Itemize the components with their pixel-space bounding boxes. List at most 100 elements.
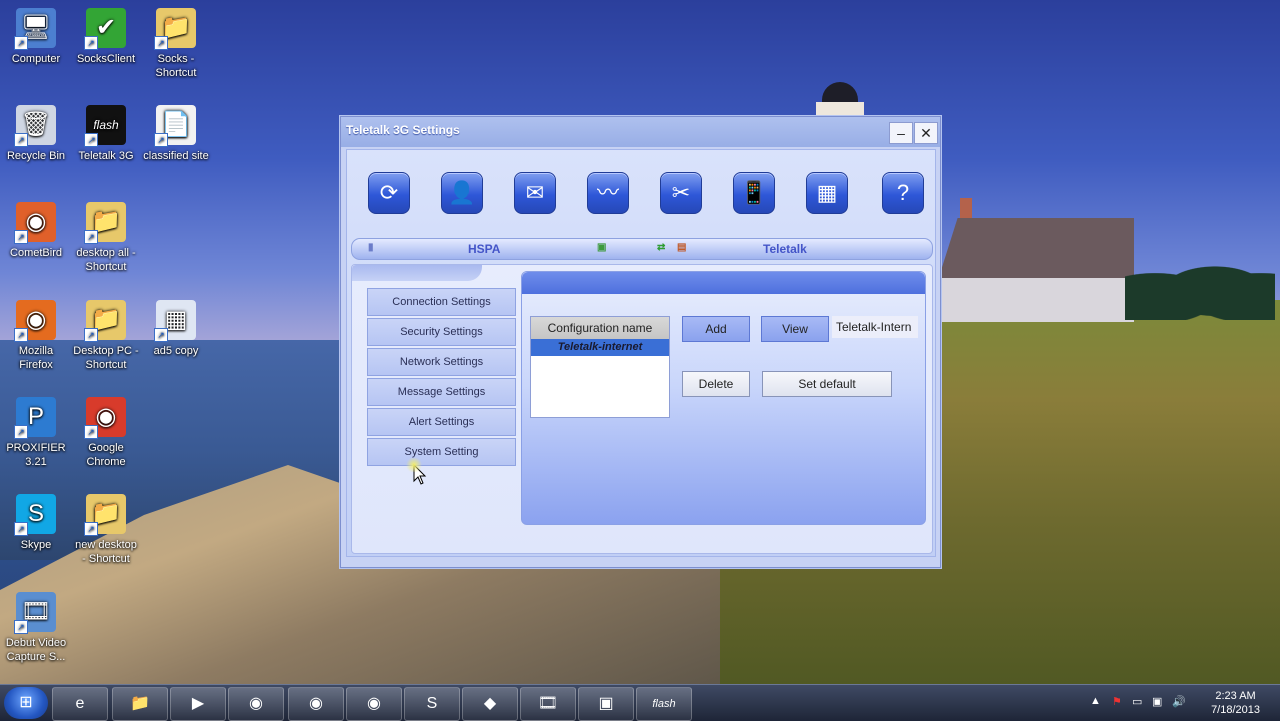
- signal-strength-icon: ▮: [368, 242, 374, 253]
- desktop-icon[interactable]: 📁 ↗ Desktop PC - Shortcut: [70, 300, 142, 372]
- taskbar-item[interactable]: ◉: [346, 687, 402, 721]
- menu-item-connection-settings[interactable]: Connection Settings: [367, 288, 516, 316]
- desktop-icon[interactable]: ▦ ↗ ad5 copy: [140, 300, 212, 358]
- message-icon[interactable]: ✉: [514, 172, 556, 214]
- desktop-icon[interactable]: P ↗ PROXIFIER 3.21: [0, 397, 72, 469]
- taskbar-item[interactable]: ◆: [462, 687, 518, 721]
- close-button[interactable]: ✕: [914, 122, 938, 144]
- configuration-list-item[interactable]: Teletalk-internet: [531, 339, 669, 356]
- configuration-list-header: Configuration name: [531, 317, 669, 339]
- status-bar: ▮ HSPA ▣ ⇄ ▤ Teletalk: [351, 238, 933, 260]
- desktop-icon[interactable]: 🗑 ↗ Recycle Bin: [0, 105, 72, 163]
- volume-icon[interactable]: 🔊: [1172, 695, 1186, 708]
- shortcut-arrow-icon: ↗: [84, 230, 98, 244]
- taskbar-item[interactable]: 📁: [112, 687, 168, 721]
- desktop-icon[interactable]: 🖥 ↗ Computer: [0, 8, 72, 66]
- desktop-icon-label: SocksClient: [76, 53, 136, 65]
- desktop-icon[interactable]: 📁 ↗ Socks - Shortcut: [140, 8, 212, 80]
- desktop-icon[interactable]: 📁 ↗ new desktop - Shortcut: [70, 494, 142, 566]
- shortcut-arrow-icon: ↗: [14, 328, 28, 342]
- desktop-icon[interactable]: 📁 ↗ desktop all - Shortcut: [70, 202, 142, 274]
- delete-button[interactable]: Delete: [682, 371, 750, 397]
- window-client-area: ⟳ 👤 ✉ 〰 ✂ 📱 ▦? ▮ HSPA ▣ ⇄ ▤ Teletalk Connectio…: [346, 149, 936, 557]
- start-button[interactable]: ⊞: [4, 687, 48, 719]
- taskbar-item[interactable]: S: [404, 687, 460, 721]
- menu-item-message-settings[interactable]: Message Settings: [367, 378, 516, 406]
- desktop-icon-label: classified site: [143, 150, 209, 162]
- desktop-icon-label: Socks - Shortcut: [155, 53, 197, 79]
- desktop-icon[interactable]: S ↗ Skype: [0, 494, 72, 552]
- action-center-icon[interactable]: ⚑: [1112, 695, 1122, 708]
- clock[interactable]: 2:23 AM 7/18/2013: [1211, 689, 1260, 717]
- desktop-icon[interactable]: 🎞 ↗ Debut Video Capture S...: [0, 592, 72, 664]
- taskbar-item[interactable]: ◉: [228, 687, 284, 721]
- desktop-icon-image: ◉ ↗: [84, 397, 126, 439]
- clock-date: 7/18/2013: [1211, 704, 1260, 716]
- shortcut-arrow-icon: ↗: [154, 36, 168, 50]
- window-titlebar[interactable]: Teletalk 3G Settings – ✕: [341, 117, 940, 147]
- phone-icon[interactable]: 📱: [733, 172, 775, 214]
- shortcut-arrow-icon: ↗: [84, 133, 98, 147]
- minimize-button[interactable]: –: [889, 122, 913, 144]
- view-button[interactable]: View: [761, 316, 829, 342]
- network-status-icon: ▣: [597, 242, 607, 253]
- shortcut-arrow-icon: ↗: [14, 425, 28, 439]
- desktop-icon-image: 📁 ↗: [84, 494, 126, 536]
- connection-icon: ⇄: [657, 242, 666, 253]
- menu-item-network-settings[interactable]: Network Settings: [367, 348, 516, 376]
- desktop-icon[interactable]: ✔ ↗ SocksClient: [70, 8, 142, 66]
- help-icon[interactable]: ?: [882, 172, 924, 214]
- show-hidden-icons-icon[interactable]: ▲: [1090, 695, 1101, 707]
- desktop-icon[interactable]: ◉ ↗ CometBird: [0, 202, 72, 260]
- desktop-icon[interactable]: flash ↗ Teletalk 3G: [70, 105, 142, 163]
- configuration-list[interactable]: Configuration name Teletalk-internet: [530, 316, 670, 418]
- desktop-icon[interactable]: ◉ ↗ Mozilla Firefox: [0, 300, 72, 372]
- menu-item-security-settings[interactable]: Security Settings: [367, 318, 516, 346]
- desktop-icon-image: ▦ ↗: [154, 300, 196, 342]
- operator-name: Teletalk: [763, 242, 807, 256]
- contacts-icon[interactable]: 👤: [441, 172, 483, 214]
- desktop-icon-label: Google Chrome: [86, 442, 126, 468]
- shortcut-arrow-icon: ↗: [154, 133, 168, 147]
- sim-card-icon[interactable]: ▦: [806, 172, 848, 214]
- taskbar-item[interactable]: ▶: [170, 687, 226, 721]
- connection-settings-content: Configuration name Teletalk-internet Add…: [521, 271, 926, 525]
- desktop-icon-image: 🗑 ↗: [14, 105, 56, 147]
- network-type: HSPA: [468, 242, 501, 256]
- desktop-icon[interactable]: 📄 ↗ classified site: [140, 105, 212, 163]
- desktop-icon-image: ◉ ↗: [14, 202, 56, 244]
- usb-icon[interactable]: ▭: [1132, 695, 1142, 708]
- settings-panel: Connection Settings Security Settings Netw…: [351, 264, 933, 554]
- add-button[interactable]: Add: [682, 316, 750, 342]
- taskbar-item[interactable]: ◉: [288, 687, 344, 721]
- desktop-icon-image: 📁 ↗: [84, 300, 126, 342]
- taskbar-item[interactable]: ▣: [578, 687, 634, 721]
- menu-item-alert-settings[interactable]: Alert Settings: [367, 408, 516, 436]
- desktop-icon[interactable]: ◉ ↗ Google Chrome: [70, 397, 142, 469]
- desktop-icon-label: Computer: [11, 53, 61, 65]
- desktop-icon-image: 📁 ↗: [84, 202, 126, 244]
- mouse-cursor: [405, 458, 429, 486]
- statistics-icon[interactable]: 〰: [587, 172, 629, 214]
- set-default-button[interactable]: Set default: [762, 371, 892, 397]
- clock-time: 2:23 AM: [1215, 690, 1256, 702]
- desktop-icon-label: CometBird: [10, 247, 62, 259]
- shortcut-arrow-icon: ↗: [14, 522, 28, 536]
- toolbar: ⟳ 👤 ✉ 〰 ✂ 📱 ▦?: [347, 150, 935, 234]
- desktop-icon-label: ad5 copy: [153, 345, 199, 357]
- menu-item-system-setting[interactable]: System Setting: [367, 438, 516, 466]
- desktop-icon-label: desktop all - Shortcut: [76, 247, 136, 273]
- desktop-icon-image: flash ↗: [84, 105, 126, 147]
- taskbar: ⊞ e 📁 ▶ ◉ ◉ ◉ S ◆ 🎞 ▣ flash ▲ ⚑ ▭ ▣ 🔊 2:23 AM 7/18…: [0, 684, 1280, 721]
- network-tray-icon[interactable]: ▣: [1152, 695, 1162, 708]
- desktop-icon-label: Desktop PC - Shortcut: [73, 345, 139, 371]
- desktop-icon-label: Teletalk 3G: [78, 150, 134, 162]
- taskbar-item[interactable]: 🎞: [520, 687, 576, 721]
- teletalk-settings-window: Teletalk 3G Settings – ✕ ⟳ 👤 ✉ 〰 ✂ 📱 ▦? ▮ HSPA…: [340, 116, 941, 568]
- taskbar-item[interactable]: e: [52, 687, 108, 721]
- settings-tools-icon[interactable]: ✂: [660, 172, 702, 214]
- taskbar-item[interactable]: flash: [636, 687, 692, 721]
- shortcut-arrow-icon: ↗: [14, 36, 28, 50]
- connect-icon[interactable]: ⟳: [368, 172, 410, 214]
- desktop-icon-image: P ↗: [14, 397, 56, 439]
